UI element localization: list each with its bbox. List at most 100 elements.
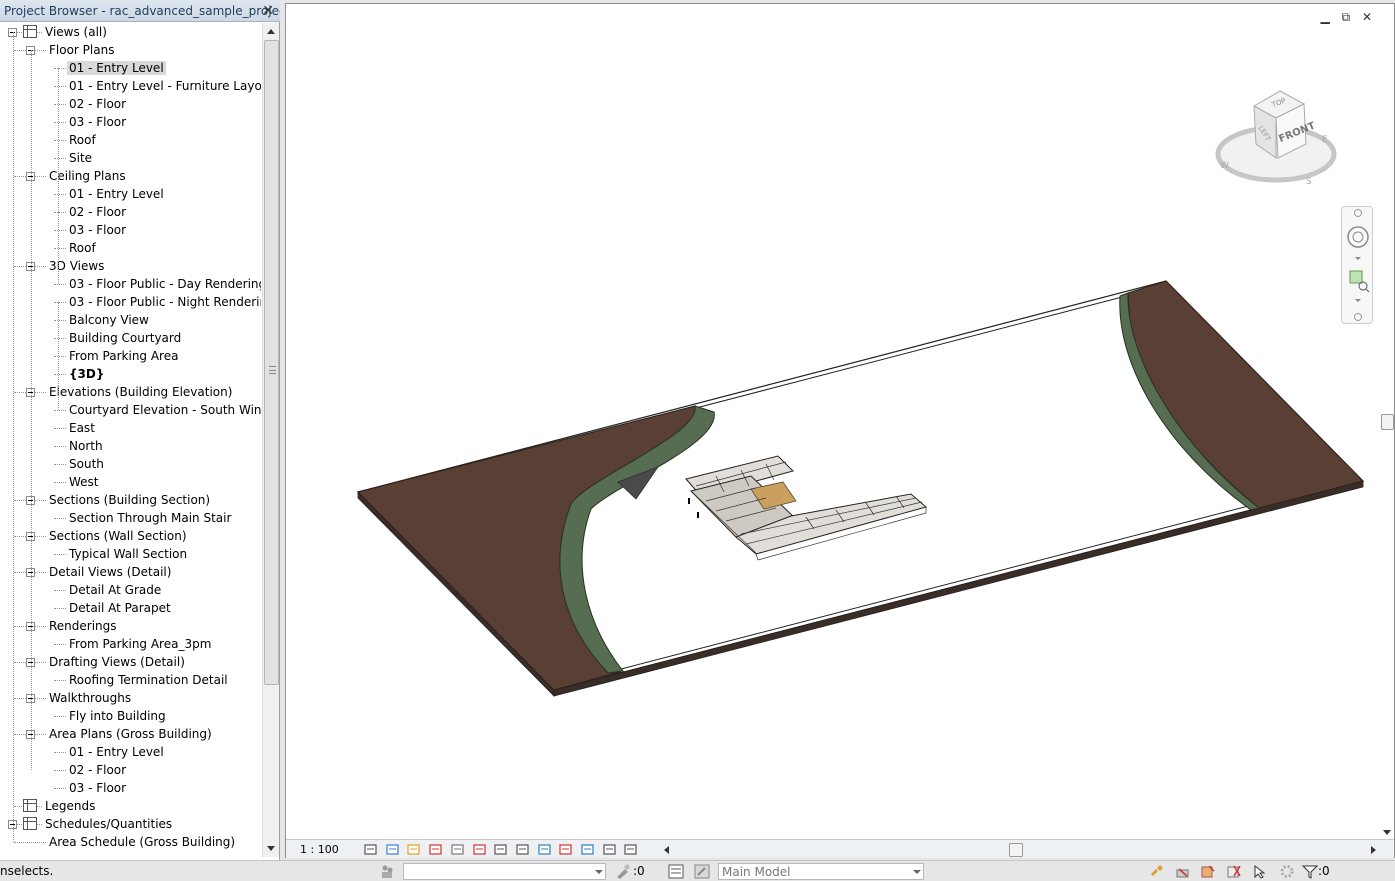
tree-item[interactable]: Site [67, 149, 94, 167]
select-pinned-icon[interactable] [1200, 864, 1216, 879]
view-horizontal-scroll-thumb[interactable] [1009, 843, 1023, 857]
chevron-down-icon [595, 870, 603, 874]
select-by-face-icon[interactable] [1226, 864, 1242, 879]
tree-item[interactable]: Building Courtyard [67, 329, 183, 347]
tree-item[interactable]: Sections (Building Section) [47, 491, 212, 509]
navbar-close-icon[interactable] [1354, 209, 1362, 217]
close-icon[interactable]: ✕ [262, 2, 274, 20]
tree-item[interactable]: Roof [67, 239, 98, 257]
project-browser-scrollbar[interactable] [262, 23, 279, 857]
constraints-icon[interactable] [624, 843, 638, 856]
show-crop-icon[interactable] [494, 843, 508, 856]
select-links-icon[interactable] [1149, 864, 1165, 879]
tree-item[interactable]: Schedules/Quantities [43, 815, 174, 833]
tree-item[interactable]: 02 - Floor [67, 761, 128, 779]
tree-item[interactable]: 02 - Floor [67, 95, 128, 113]
drag-elements-icon[interactable] [1252, 864, 1268, 879]
tree-item[interactable]: 03 - Floor Public - Day Rendering [67, 275, 261, 293]
tree-item[interactable]: {3D} [67, 365, 106, 383]
unlock-3d-icon[interactable] [516, 843, 530, 856]
temporary-hide-icon[interactable] [537, 843, 552, 856]
tree-item[interactable]: Sections (Wall Section) [47, 527, 189, 545]
tree-item[interactable]: Typical Wall Section [67, 545, 189, 563]
view-vertical-scroll-thumb[interactable] [1381, 414, 1394, 430]
tree-item[interactable]: Views (all) [43, 23, 109, 41]
scroll-left-icon[interactable] [664, 846, 669, 854]
active-model-dropdown[interactable]: Main Model [718, 863, 924, 880]
tree-item[interactable]: Detail At Parapet [67, 599, 173, 617]
steering-wheel-icon[interactable] [1347, 226, 1369, 248]
view-vertical-scrollbar[interactable] [1378, 4, 1395, 840]
select-underlay-icon[interactable] [1175, 864, 1191, 879]
tree-item[interactable]: 03 - Floor [67, 113, 128, 131]
view-horizontal-scrollbar[interactable] [664, 843, 1376, 857]
tree-item[interactable]: West [67, 473, 101, 491]
zoom-region-icon[interactable] [1349, 270, 1370, 293]
design-options-icon[interactable] [615, 864, 631, 879]
3d-view-canvas[interactable]: ▁ ⧉ ✕ TOP FRONT LEFT E W S 1: 100 [285, 3, 1395, 858]
tree-item[interactable]: 03 - Floor Public - Night Rendering [67, 293, 261, 311]
tree-item-label: Site [69, 151, 93, 165]
main-model-icon[interactable] [694, 864, 710, 879]
filter-icon[interactable] [1302, 864, 1318, 879]
tree-item[interactable]: 03 - Floor [67, 221, 128, 239]
view-scale[interactable]: 1 : 100 [300, 843, 339, 856]
tree-item[interactable]: Balcony View [67, 311, 151, 329]
project-browser-title: Project Browser - rac_advanced_sample_pr… [0, 0, 280, 22]
tree-item[interactable]: Renderings [47, 617, 119, 635]
tree-item[interactable]: Section Through Main Stair [67, 509, 233, 527]
tree-item[interactable]: South [67, 455, 106, 473]
tree-item-label: 03 - Floor Public - Day Rendering [69, 277, 261, 291]
view-window-controls[interactable]: ▁ ⧉ ✕ [1321, 10, 1376, 25]
tree-item[interactable]: 01 - Entry Level [67, 185, 166, 203]
crop-view-icon[interactable] [472, 843, 487, 856]
tree-item[interactable]: Walkthroughs [47, 689, 133, 707]
tree-item[interactable]: 01 - Entry Level [67, 59, 166, 77]
scroll-down-arrow-icon[interactable] [267, 846, 275, 851]
tree-item[interactable]: 01 - Entry Level - Furniture Layout [67, 77, 261, 95]
reveal-hidden-icon[interactable] [559, 843, 573, 856]
tree-item[interactable]: Legends [43, 797, 97, 815]
background-process-icon[interactable] [1279, 864, 1295, 879]
tree-item[interactable]: North [67, 437, 105, 455]
tree-item[interactable]: 3D Views [47, 257, 106, 275]
tree-item[interactable]: From Parking Area [67, 347, 180, 365]
tree-item[interactable]: Roofing Termination Detail [67, 671, 230, 689]
tree-item[interactable]: Elevations (Building Elevation) [47, 383, 234, 401]
schedule-icon [23, 817, 37, 830]
tree-item[interactable]: Area Schedule (Gross Building) [47, 833, 237, 851]
sun-path-icon[interactable] [407, 843, 421, 856]
shadows-icon[interactable] [429, 843, 443, 856]
scroll-right-icon[interactable] [1371, 846, 1376, 854]
tree-item[interactable]: Area Plans (Gross Building) [47, 725, 214, 743]
highlight-displacement-icon[interactable] [603, 843, 617, 856]
scrollbar-thumb[interactable] [264, 40, 279, 685]
scroll-up-arrow-icon[interactable] [267, 29, 275, 34]
detail-level-icon[interactable] [364, 843, 378, 856]
tree-item-label: West [69, 475, 99, 489]
tree-item[interactable]: Roof [67, 131, 98, 149]
render-icon[interactable] [451, 843, 465, 856]
tree-item[interactable]: Detail Views (Detail) [47, 563, 173, 581]
tree-item[interactable]: 01 - Entry Level [67, 743, 166, 761]
tree-item-label: North [69, 439, 103, 453]
worksets-dropdown[interactable] [403, 863, 606, 880]
tree-item[interactable]: Drafting Views (Detail) [47, 653, 187, 671]
worksets-icon[interactable] [379, 864, 395, 879]
view-scroll-down-icon[interactable] [1383, 830, 1391, 835]
navbar-options-icon[interactable] [1354, 313, 1362, 321]
tree-item[interactable]: 03 - Floor [67, 779, 128, 797]
tree-item-label: Section Through Main Stair [69, 511, 232, 525]
tree-item[interactable]: Courtyard Elevation - South Wing [67, 401, 261, 419]
editable-only-icon[interactable] [668, 864, 684, 879]
tree-item[interactable]: Detail At Grade [67, 581, 163, 599]
analytical-model-icon[interactable] [581, 843, 595, 856]
tree-item[interactable]: From Parking Area_3pm [67, 635, 213, 653]
tree-item[interactable]: Fly into Building [67, 707, 168, 725]
tree-item[interactable]: 02 - Floor [67, 203, 128, 221]
tree-item[interactable]: Ceiling Plans [47, 167, 128, 185]
viewcube[interactable]: TOP FRONT LEFT E W S [1214, 86, 1344, 196]
tree-item[interactable]: East [67, 419, 97, 437]
tree-item[interactable]: Floor Plans [47, 41, 116, 59]
visual-style-icon[interactable] [386, 843, 400, 856]
